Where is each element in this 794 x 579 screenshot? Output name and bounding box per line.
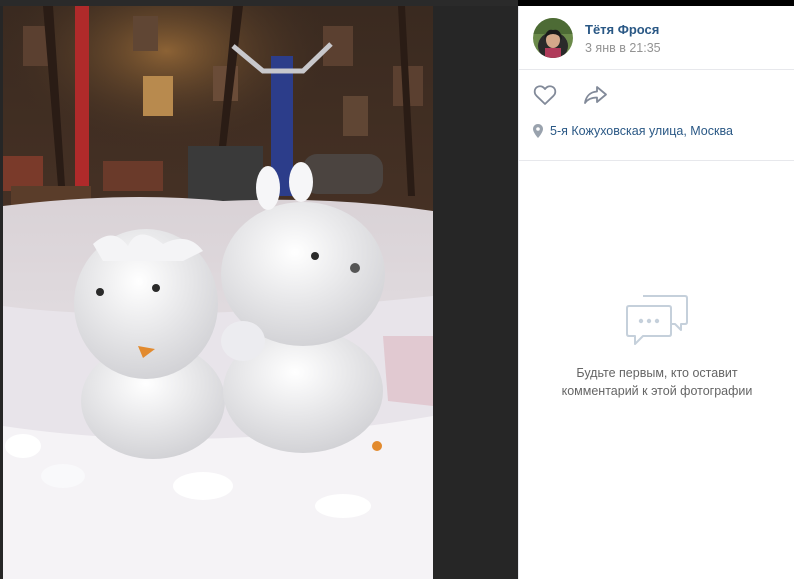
share-button[interactable] <box>583 84 609 111</box>
location: 5-я Кожуховская улица, Москва <box>533 124 733 138</box>
chat-bubbles-icon <box>626 295 688 345</box>
comments-empty-line-1: Будьте первым, кто оставит <box>576 366 738 380</box>
comments-empty-text: Будьте первым, кто оставит комментарий к… <box>519 364 794 400</box>
post-actions: 5-я Кожуховская улица, Москва <box>519 70 794 161</box>
photo-sidebar: Тётя Фрося 3 янв в 21:35 5-я Кожуховская… <box>518 6 794 579</box>
map-pin-icon <box>533 124 543 138</box>
photo-image <box>3 6 433 579</box>
heart-icon <box>533 85 557 105</box>
share-arrow-icon <box>584 86 607 104</box>
location-link[interactable]: 5-я Кожуховская улица, Москва <box>550 124 733 138</box>
like-button[interactable] <box>533 84 557 111</box>
photo[interactable] <box>3 6 433 579</box>
avatar[interactable] <box>533 18 573 58</box>
avatar-image <box>533 18 573 58</box>
photo-viewer <box>0 0 518 579</box>
comments-empty: Будьте первым, кто оставит комментарий к… <box>519 292 794 400</box>
post-date[interactable]: 3 янв в 21:35 <box>585 41 661 55</box>
post-header: Тётя Фрося 3 янв в 21:35 <box>519 6 794 70</box>
comments-empty-line-2: комментарий к этой фотографии <box>561 384 753 398</box>
author-name[interactable]: Тётя Фрося <box>585 22 659 37</box>
